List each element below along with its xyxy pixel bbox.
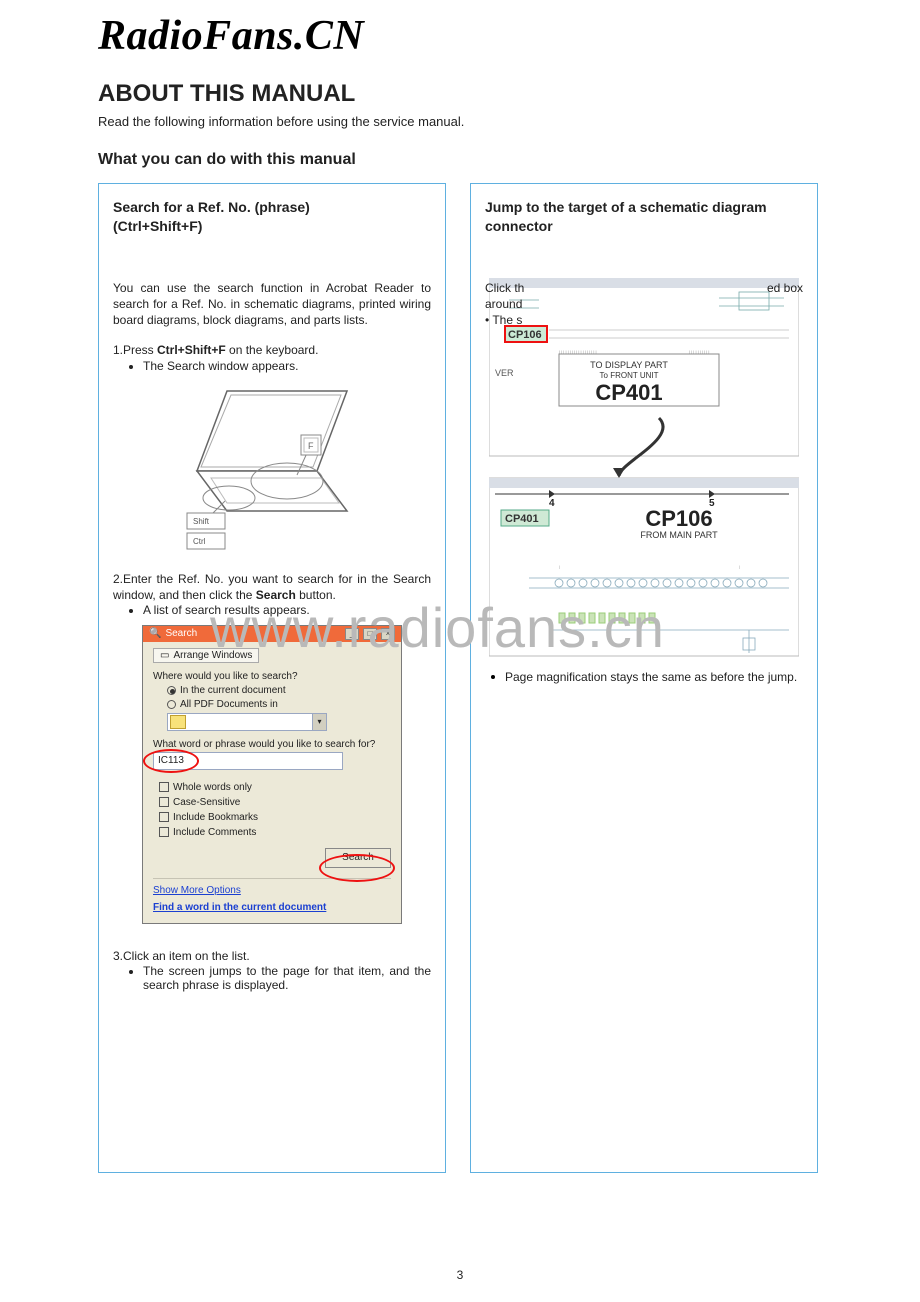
magnifier-icon: 🔍 bbox=[149, 628, 161, 639]
chk-whole-label: Whole words only bbox=[173, 782, 252, 793]
card-jump-connector: Jump to the target of a schematic diagra… bbox=[470, 183, 818, 1173]
check-include-comments[interactable]: Include Comments bbox=[159, 827, 391, 838]
check-include-bookmarks[interactable]: Include Bookmarks bbox=[159, 812, 391, 823]
where-search-label: Where would you like to search? bbox=[153, 671, 391, 682]
link-find-word[interactable]: Find a word in the current document bbox=[153, 902, 391, 913]
key-shift-label: Shift bbox=[193, 517, 210, 526]
radio-icon bbox=[167, 700, 176, 709]
two-column-layout: Search for a Ref. No. (phrase) (Ctrl+Shi… bbox=[98, 183, 822, 1173]
line1b: ed box bbox=[767, 281, 803, 295]
intro-text: Read the following information before us… bbox=[98, 114, 822, 129]
page-title: ABOUT THIS MANUAL bbox=[98, 80, 822, 108]
laptop-figure: F Shift Ctrl bbox=[167, 383, 377, 553]
label-cp401-small: CP401 bbox=[505, 513, 539, 525]
svg-text:| | | | | | | | | | | | | | |: | | | | | | | | | | | | | | | | | | bbox=[559, 349, 597, 354]
chevron-down-icon: ▾ bbox=[312, 714, 326, 730]
step3-bullets: The screen jumps to the page for that it… bbox=[143, 964, 431, 992]
highlight-ellipse-search bbox=[319, 854, 395, 882]
step1-bullets: The Search window appears. bbox=[143, 359, 431, 373]
radio-allpdf-label: All PDF Documents in bbox=[180, 699, 278, 710]
arrange-windows-button[interactable]: ▭ Arrange Windows bbox=[153, 648, 259, 663]
svg-text:F: F bbox=[308, 441, 314, 451]
step2-bullets: A list of search results appears. bbox=[143, 603, 431, 617]
step-3: 3.Click an item on the list. bbox=[113, 948, 431, 964]
chk-case-label: Case-Sensitive bbox=[173, 797, 240, 808]
subsection-title: What you can do with this manual bbox=[98, 151, 822, 169]
svg-text:|: | bbox=[559, 564, 560, 569]
document-page: RadioFans.CN ABOUT THIS MANUAL Read the … bbox=[0, 0, 920, 1302]
label-to-front: To FRONT UNIT bbox=[600, 371, 659, 380]
step1-suffix: on the keyboard. bbox=[226, 343, 319, 357]
checkbox-icon bbox=[159, 827, 169, 837]
step1-bullet: The Search window appears. bbox=[143, 359, 431, 373]
phrase-label: What word or phrase would you like to se… bbox=[153, 739, 391, 750]
check-whole-words[interactable]: Whole words only bbox=[159, 782, 391, 793]
right-note: Page magnification stays the same as bef… bbox=[485, 670, 803, 684]
line1a: Click th bbox=[485, 281, 524, 295]
step1-prefix: 1.Press bbox=[113, 343, 157, 357]
card-title-left: Search for a Ref. No. (phrase) (Ctrl+Shi… bbox=[113, 198, 431, 236]
step2-bullet: A list of search results appears. bbox=[143, 603, 431, 617]
key-ctrl-label: Ctrl bbox=[193, 537, 206, 546]
radio-all-pdf[interactable]: All PDF Documents in bbox=[167, 699, 391, 710]
search-dialog-figure: 🔍 Search _ □ × ▭ Arrange Windows Where w… bbox=[113, 625, 431, 924]
label-num4: 4 bbox=[549, 498, 555, 509]
label-ver: VER bbox=[495, 368, 514, 378]
checkbox-icon bbox=[159, 782, 169, 792]
chk-comments-label: Include Comments bbox=[173, 827, 256, 838]
card-intro-para: You can use the search function in Acrob… bbox=[113, 280, 431, 329]
folder-icon bbox=[170, 715, 186, 729]
step1-kbd: Ctrl+Shift+F bbox=[157, 343, 226, 357]
label-cp401-big: CP401 bbox=[595, 380, 662, 405]
radio-icon bbox=[167, 686, 176, 695]
link-show-more-options[interactable]: Show More Options bbox=[153, 885, 391, 896]
right-body-text: Click th ed box around • The s bbox=[485, 280, 803, 334]
dialog-body: ▭ Arrange Windows Where would you like t… bbox=[143, 642, 401, 923]
svg-text:| | | | | | | | | |: | | | | | | | | | | bbox=[689, 349, 709, 354]
maximize-icon[interactable]: □ bbox=[363, 628, 377, 640]
watermark-top: RadioFans.CN bbox=[98, 12, 822, 60]
card-title-right: Jump to the target of a schematic diagra… bbox=[485, 198, 803, 236]
radio-current-doc[interactable]: In the current document bbox=[167, 685, 391, 696]
step2-suffix: button. bbox=[296, 588, 336, 602]
search-dialog: 🔍 Search _ □ × ▭ Arrange Windows Where w… bbox=[142, 625, 402, 924]
line3: • The s bbox=[485, 313, 522, 327]
radio-current-label: In the current document bbox=[180, 685, 286, 696]
close-icon[interactable]: × bbox=[381, 628, 395, 640]
label-from-main: FROM MAIN PART bbox=[640, 530, 718, 540]
check-case-sensitive[interactable]: Case-Sensitive bbox=[159, 797, 391, 808]
arrange-label: Arrange Windows bbox=[173, 650, 252, 661]
page-number: 3 bbox=[0, 1268, 920, 1282]
step-1: 1.Press Ctrl+Shift+F on the keyboard. bbox=[113, 342, 431, 358]
step3-bullet: The screen jumps to the page for that it… bbox=[143, 964, 431, 992]
card-title-line2: (Ctrl+Shift+F) bbox=[113, 218, 202, 234]
para1: You can use the search function in Acrob… bbox=[113, 280, 431, 329]
pdf-location-dropdown[interactable]: ▾ bbox=[167, 713, 327, 731]
label-to-display: TO DISPLAY PART bbox=[590, 360, 668, 370]
dialog-titlebar: 🔍 Search _ □ × bbox=[143, 626, 401, 642]
windows-icon: ▭ bbox=[160, 650, 169, 661]
step-2: 2.Enter the Ref. No. you want to search … bbox=[113, 571, 431, 603]
highlight-ellipse-input bbox=[143, 749, 199, 773]
line2: around bbox=[485, 297, 522, 311]
card-title-line1: Search for a Ref. No. (phrase) bbox=[113, 199, 310, 215]
svg-text:|: | bbox=[739, 564, 740, 569]
checkbox-icon bbox=[159, 812, 169, 822]
dialog-title-text: Search bbox=[165, 628, 197, 639]
right-note-text: Page magnification stays the same as bef… bbox=[505, 670, 797, 684]
checkbox-icon bbox=[159, 797, 169, 807]
label-cp106-big: CP106 bbox=[645, 506, 712, 531]
schematic-figure: CP106 | | | | | | | | | | | | | | | | | … bbox=[489, 278, 799, 658]
chk-bookmarks-label: Include Bookmarks bbox=[173, 812, 258, 823]
card-search-refno: Search for a Ref. No. (phrase) (Ctrl+Shi… bbox=[98, 183, 446, 1173]
step2-bold: Search bbox=[256, 588, 296, 602]
minimize-icon[interactable]: _ bbox=[345, 628, 359, 640]
bullet-dot-icon bbox=[491, 675, 495, 679]
